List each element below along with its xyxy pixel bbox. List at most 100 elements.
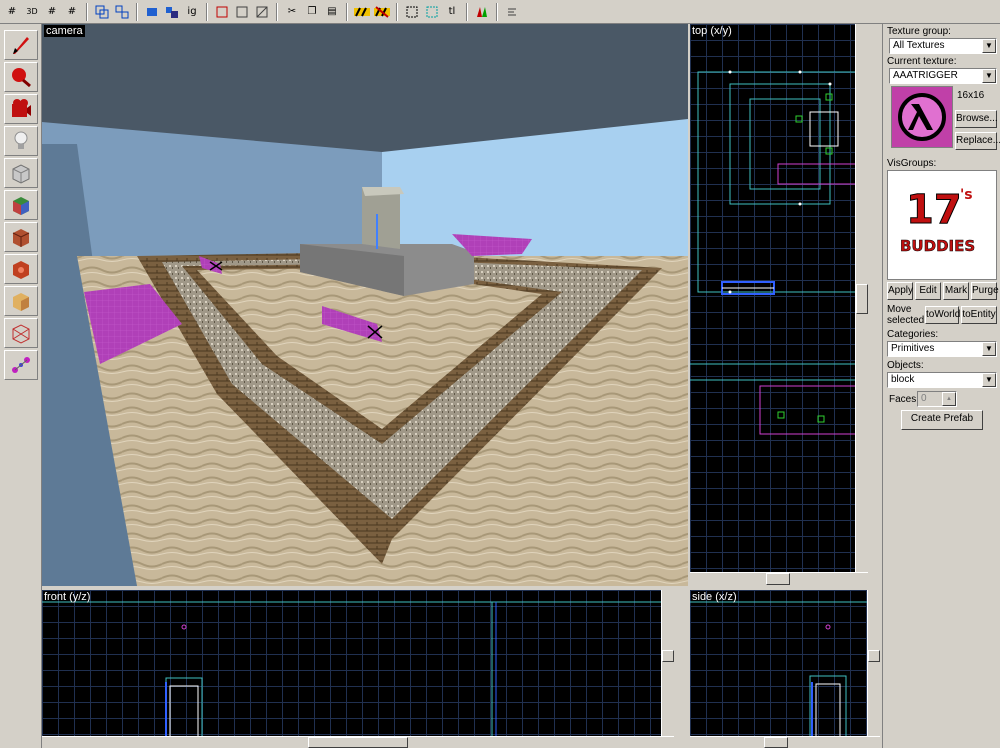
front-viewport[interactable]: front (y/z) <box>42 590 674 738</box>
hide-icon[interactable] <box>143 3 161 21</box>
to-world-icon[interactable] <box>373 3 391 21</box>
front-view-vscroll[interactable] <box>661 590 674 738</box>
texture-panel: Texture group: All Textures ▼ Current te… <box>882 24 1000 748</box>
toolbar-separator <box>86 2 88 21</box>
decal-tool[interactable] <box>4 254 38 284</box>
mark-button[interactable]: Mark <box>943 282 969 300</box>
to-entity-button[interactable]: toEntity <box>961 306 997 324</box>
top-view-geometry <box>690 70 868 435</box>
overlay-tool[interactable] <box>4 286 38 316</box>
ungroup-icon[interactable] <box>113 3 131 21</box>
toolbar-separator <box>346 2 348 21</box>
texture-app-icon[interactable] <box>423 3 441 21</box>
toolbar-separator <box>396 2 398 21</box>
entity-tool[interactable] <box>4 126 38 156</box>
front-view-hscroll[interactable] <box>42 736 674 748</box>
clip-icon[interactable] <box>253 3 271 21</box>
ignore-groups-label[interactable]: ig <box>183 3 201 21</box>
selection-tool[interactable] <box>4 30 38 60</box>
side-view-vscroll[interactable] <box>867 590 880 738</box>
brick-cube-icon <box>12 229 30 247</box>
chevron-down-icon[interactable]: ▼ <box>982 69 996 83</box>
magnify-icon <box>12 68 31 88</box>
categories-value: Primitives <box>891 343 935 354</box>
to-world-button[interactable]: toWorld <box>925 306 960 324</box>
side-view-geometry <box>690 601 880 738</box>
options-icon[interactable] <box>503 3 521 21</box>
visgroup-logo-suffix: 's <box>960 187 973 203</box>
vertex-tool[interactable] <box>4 350 38 380</box>
block-tool[interactable] <box>4 158 38 188</box>
current-texture-value: AAATRIGGER <box>893 70 958 81</box>
front-view-geometry <box>42 601 674 738</box>
objects-label: Objects: <box>887 360 924 371</box>
overlay-cube-icon <box>13 293 29 311</box>
faces-input[interactable]: 0 ▲ <box>917 391 957 407</box>
texture-size: 16x16 <box>957 90 985 101</box>
carve-icon[interactable] <box>213 3 231 21</box>
paste-icon[interactable]: ▤ <box>323 3 341 21</box>
run-map-icon[interactable] <box>473 3 491 21</box>
chevron-down-icon[interactable]: ▼ <box>982 373 996 387</box>
grid-larger-icon[interactable]: # <box>63 3 81 21</box>
3d-grid-icon[interactable]: 3D <box>23 3 41 21</box>
top-view-vscroll[interactable] <box>855 24 868 572</box>
camera-icon <box>12 99 31 117</box>
side-viewport[interactable]: side (x/z) <box>690 590 880 738</box>
browse-button[interactable]: Browse... <box>955 110 998 128</box>
faces-value: 0 <box>921 393 927 404</box>
textured-cube-icon <box>13 197 29 215</box>
camera-tool[interactable] <box>4 94 38 124</box>
camera-viewport[interactable]: camera <box>42 24 688 586</box>
texture-preview[interactable] <box>891 86 953 148</box>
top-view-label: top (x/y) <box>692 25 732 37</box>
replace-button[interactable]: Replace... <box>955 132 1000 150</box>
visgroup-logo-text: BUDDIES <box>900 237 976 256</box>
current-texture-label: Current texture: <box>887 56 957 67</box>
top-viewport[interactable]: top (x/y) <box>690 24 868 572</box>
visgroup-logo-number: 17 <box>906 187 963 234</box>
group-icon[interactable] <box>93 3 111 21</box>
objects-select[interactable]: block ▼ <box>887 372 997 388</box>
edit-button[interactable]: Edit <box>915 282 941 300</box>
side-view-hscroll[interactable] <box>690 736 880 748</box>
top-view-hscroll[interactable] <box>690 572 868 585</box>
current-texture-select[interactable]: AAATRIGGER ▼ <box>889 68 997 84</box>
clip-cube-icon <box>12 324 30 344</box>
tower <box>362 187 400 249</box>
grid-icon[interactable]: # <box>3 3 21 21</box>
visgroups-label: VisGroups: <box>887 158 937 169</box>
select-icon[interactable] <box>403 3 421 21</box>
hollow-icon[interactable] <box>233 3 251 21</box>
cut-icon[interactable]: ✂ <box>283 3 301 21</box>
tl-label[interactable]: tl <box>443 3 461 21</box>
objects-value: block <box>891 374 915 385</box>
lightbulb-icon <box>14 131 28 149</box>
apply-texture-tool[interactable] <box>4 222 38 252</box>
toolbar-separator <box>466 2 468 21</box>
texture-group-value: All Textures <box>893 40 945 51</box>
pointer-icon <box>13 37 29 54</box>
texture-group-select[interactable]: All Textures ▼ <box>889 38 997 54</box>
toolbar-separator <box>136 2 138 21</box>
categories-select[interactable]: Primitives ▼ <box>887 341 997 357</box>
create-prefab-button[interactable]: Create Prefab <box>901 410 983 430</box>
move-selected-label: Move selected: <box>887 304 928 326</box>
texture-lock-icon[interactable] <box>163 3 181 21</box>
grid-smaller-icon[interactable]: # <box>43 3 61 21</box>
apply-button[interactable]: Apply <box>887 282 913 300</box>
side-view-label: side (x/z) <box>692 591 737 603</box>
clipping-tool[interactable] <box>4 318 38 348</box>
chevron-down-icon[interactable]: ▼ <box>982 39 996 53</box>
purge-button[interactable]: Purge <box>971 282 999 300</box>
texture-app-tool[interactable] <box>4 190 38 220</box>
toolbar-separator <box>276 2 278 21</box>
front-view-label: front (y/z) <box>44 591 91 603</box>
magnify-tool[interactable] <box>4 62 38 92</box>
chevron-down-icon[interactable]: ▼ <box>982 342 996 356</box>
to-entity-icon[interactable] <box>353 3 371 21</box>
visgroups-list[interactable]: 17 's BUDDIES <box>887 170 997 280</box>
copy-icon[interactable]: ❐ <box>303 3 321 21</box>
tool-palette <box>0 24 42 748</box>
spinner-icon[interactable]: ▲ <box>942 392 956 406</box>
